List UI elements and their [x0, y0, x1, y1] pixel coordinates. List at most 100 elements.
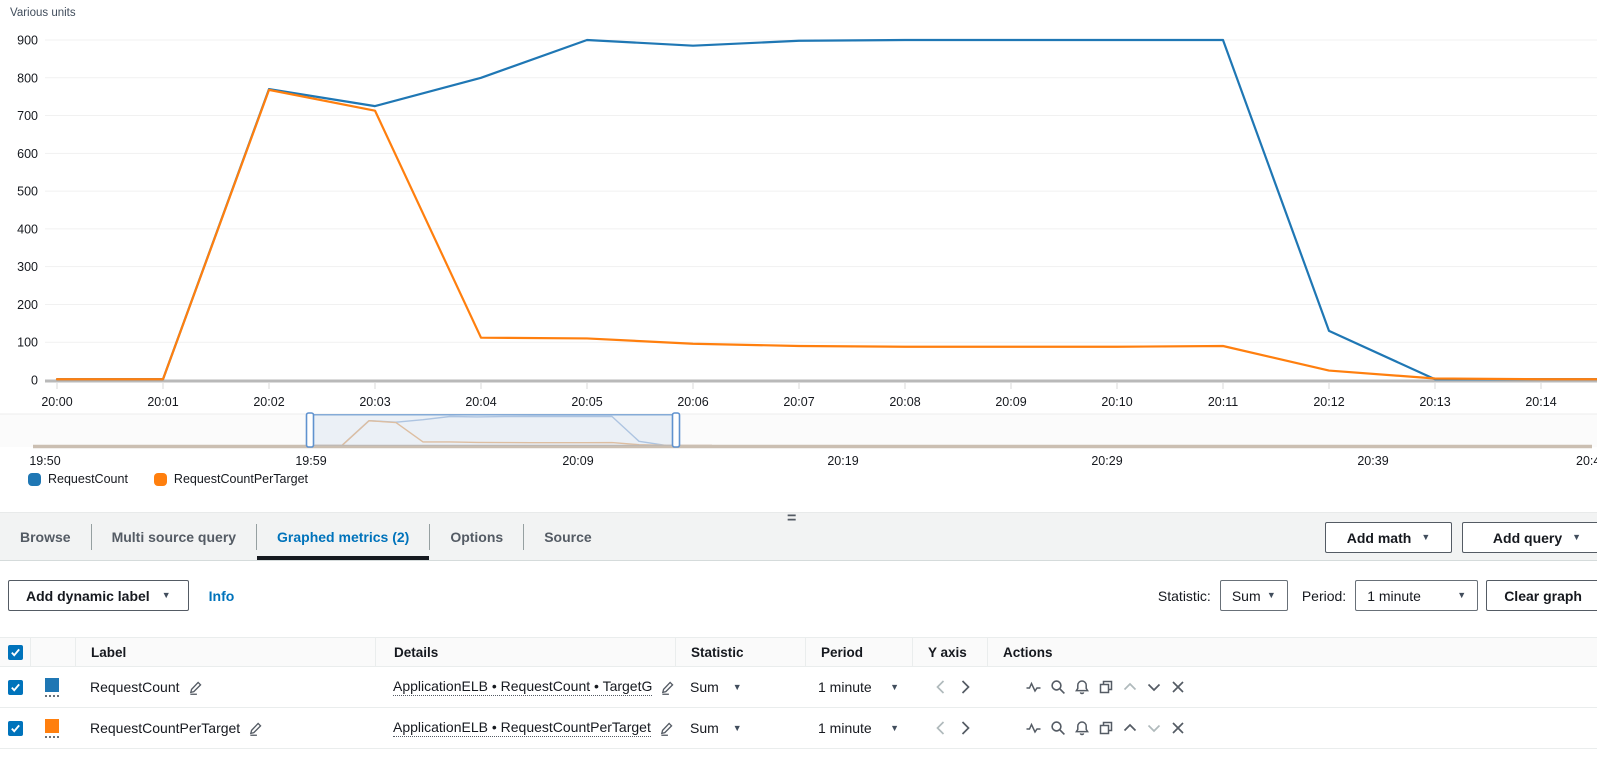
- tab-source[interactable]: Source: [524, 513, 611, 560]
- timeline-tick-label: 20:39: [1357, 454, 1388, 468]
- metrics-tab-bar: = Browse Multi source query Graphed metr…: [0, 512, 1597, 561]
- select-all-checkbox[interactable]: [8, 645, 23, 660]
- clear-graph-button[interactable]: Clear graph: [1486, 580, 1597, 611]
- tab-graphed-metrics[interactable]: Graphed metrics (2): [257, 513, 429, 560]
- x-tick-label: 20:10: [1101, 395, 1132, 409]
- period-value: 1 minute: [818, 679, 872, 695]
- row-checkbox[interactable]: [8, 680, 23, 695]
- y-tick-label: 600: [17, 147, 38, 161]
- x-tick-label: 20:14: [1525, 395, 1556, 409]
- metric-details[interactable]: ApplicationELB • RequestCount • TargetG: [393, 678, 652, 696]
- chevron-down-icon: ▼: [1421, 533, 1430, 542]
- statistic-dropdown[interactable]: Sum ▼: [690, 679, 742, 695]
- x-tick-label: 20:09: [995, 395, 1026, 409]
- x-tick-label: 20:04: [465, 395, 496, 409]
- x-tick-label: 20:11: [1208, 395, 1238, 409]
- actions-column-header: Actions: [987, 638, 1597, 666]
- color-column-header: [30, 638, 75, 666]
- statistic-value: Sum: [1232, 588, 1261, 604]
- series-line-requestcountpertarget: [57, 90, 1597, 379]
- x-tick-label: 20:03: [359, 395, 390, 409]
- y-tick-label: 900: [17, 34, 38, 48]
- toolbar-right-group: Statistic: Sum ▼ Period: 1 minute ▼ Clea…: [1158, 580, 1597, 611]
- graphed-metrics-table: Label Details Statistic Period Y axis Ac…: [0, 637, 1597, 749]
- metric-color-picker[interactable]: [45, 719, 59, 738]
- chevron-down-icon: ▼: [1457, 591, 1466, 600]
- add-query-label: Add query: [1493, 530, 1562, 546]
- timeline-tick-label: 19:59: [295, 454, 326, 468]
- legend-item-requestcountpertarget[interactable]: RequestCountPerTarget: [154, 472, 308, 486]
- copy-icon[interactable]: [1098, 720, 1114, 736]
- y-tick-label: 800: [17, 71, 38, 85]
- chevron-down-icon: ▼: [890, 724, 899, 733]
- details-column-header: Details: [375, 638, 675, 666]
- timeline-band[interactable]: [0, 414, 1597, 447]
- search-icon[interactable]: [1050, 679, 1066, 695]
- statistic-dropdown[interactable]: Sum ▼: [690, 720, 742, 736]
- y-axis-left-icon[interactable]: [934, 720, 947, 736]
- metric-label: RequestCount: [90, 679, 180, 695]
- y-axis-right-icon[interactable]: [959, 679, 972, 695]
- brush-selection[interactable]: [310, 414, 676, 446]
- move-down-icon[interactable]: [1146, 720, 1162, 736]
- add-dynamic-label-button[interactable]: Add dynamic label ▼: [8, 580, 189, 611]
- statistic-column-header: Statistic: [675, 638, 805, 666]
- panel-resize-handle[interactable]: =: [787, 512, 796, 526]
- edit-label-pencil-icon[interactable]: [188, 680, 203, 695]
- y-tick-label: 300: [17, 260, 38, 274]
- metrics-line-chart: 010020030040050060070080090020:0020:0120…: [0, 0, 1597, 468]
- edit-label-pencil-icon[interactable]: [248, 721, 263, 736]
- timeline-tick-label: 20:4: [1576, 454, 1597, 468]
- timeline-tick-label: 20:29: [1091, 454, 1122, 468]
- move-up-icon[interactable]: [1122, 720, 1138, 736]
- row-checkbox[interactable]: [8, 721, 23, 736]
- y-axis-column-header: Y axis: [912, 638, 987, 666]
- x-tick-label: 20:06: [677, 395, 708, 409]
- remove-icon[interactable]: [1170, 720, 1186, 736]
- bell-icon[interactable]: [1074, 720, 1090, 736]
- info-link[interactable]: Info: [209, 588, 235, 604]
- x-tick-label: 20:07: [783, 395, 814, 409]
- chevron-down-icon: ▼: [733, 683, 742, 692]
- pulse-icon[interactable]: [1025, 679, 1042, 695]
- move-down-icon[interactable]: [1146, 679, 1162, 695]
- period-select[interactable]: 1 minute ▼: [1355, 580, 1478, 611]
- legend-item-requestcount[interactable]: RequestCount: [28, 472, 128, 486]
- add-math-button[interactable]: Add math ▼: [1325, 522, 1452, 553]
- y-axis-right-icon[interactable]: [959, 720, 972, 736]
- bell-icon[interactable]: [1074, 679, 1090, 695]
- edit-details-pencil-icon[interactable]: [660, 680, 675, 695]
- pulse-icon[interactable]: [1025, 720, 1042, 736]
- metric-color-picker[interactable]: [45, 678, 59, 697]
- period-value: 1 minute: [818, 720, 872, 736]
- tab-options[interactable]: Options: [430, 513, 523, 560]
- x-tick-label: 20:12: [1313, 395, 1344, 409]
- tab-browse[interactable]: Browse: [0, 513, 91, 560]
- chevron-down-icon: ▼: [1572, 533, 1581, 542]
- remove-icon[interactable]: [1170, 679, 1186, 695]
- copy-icon[interactable]: [1098, 679, 1114, 695]
- move-up-icon[interactable]: [1122, 679, 1138, 695]
- add-query-button[interactable]: Add query ▼: [1462, 522, 1597, 553]
- tab-multi-source-query[interactable]: Multi source query: [92, 513, 256, 560]
- x-tick-label: 20:02: [253, 395, 284, 409]
- period-dropdown[interactable]: 1 minute ▼: [818, 679, 912, 695]
- metric-color-swatch: [45, 678, 59, 692]
- metric-details[interactable]: ApplicationELB • RequestCountPerTarget: [393, 719, 651, 737]
- brush-handle-right[interactable]: [673, 413, 680, 447]
- chevron-down-icon: ▼: [733, 724, 742, 733]
- timeline-tick-label: 20:09: [562, 454, 593, 468]
- x-tick-label: 20:05: [571, 395, 602, 409]
- metrics-chart-panel: 010020030040050060070080090020:0020:0120…: [0, 0, 1597, 512]
- brush-handle-left[interactable]: [307, 413, 314, 447]
- statistic-label: Statistic:: [1158, 588, 1211, 604]
- statistic-value: Sum: [690, 720, 719, 736]
- statistic-select[interactable]: Sum ▼: [1220, 580, 1288, 611]
- chevron-down-icon: ▼: [1267, 591, 1276, 600]
- x-tick-label: 20:01: [147, 395, 178, 409]
- y-axis-left-icon[interactable]: [934, 679, 947, 695]
- table-header-row: Label Details Statistic Period Y axis Ac…: [0, 637, 1597, 667]
- period-dropdown[interactable]: 1 minute ▼: [818, 720, 912, 736]
- edit-details-pencil-icon[interactable]: [659, 721, 674, 736]
- search-icon[interactable]: [1050, 720, 1066, 736]
